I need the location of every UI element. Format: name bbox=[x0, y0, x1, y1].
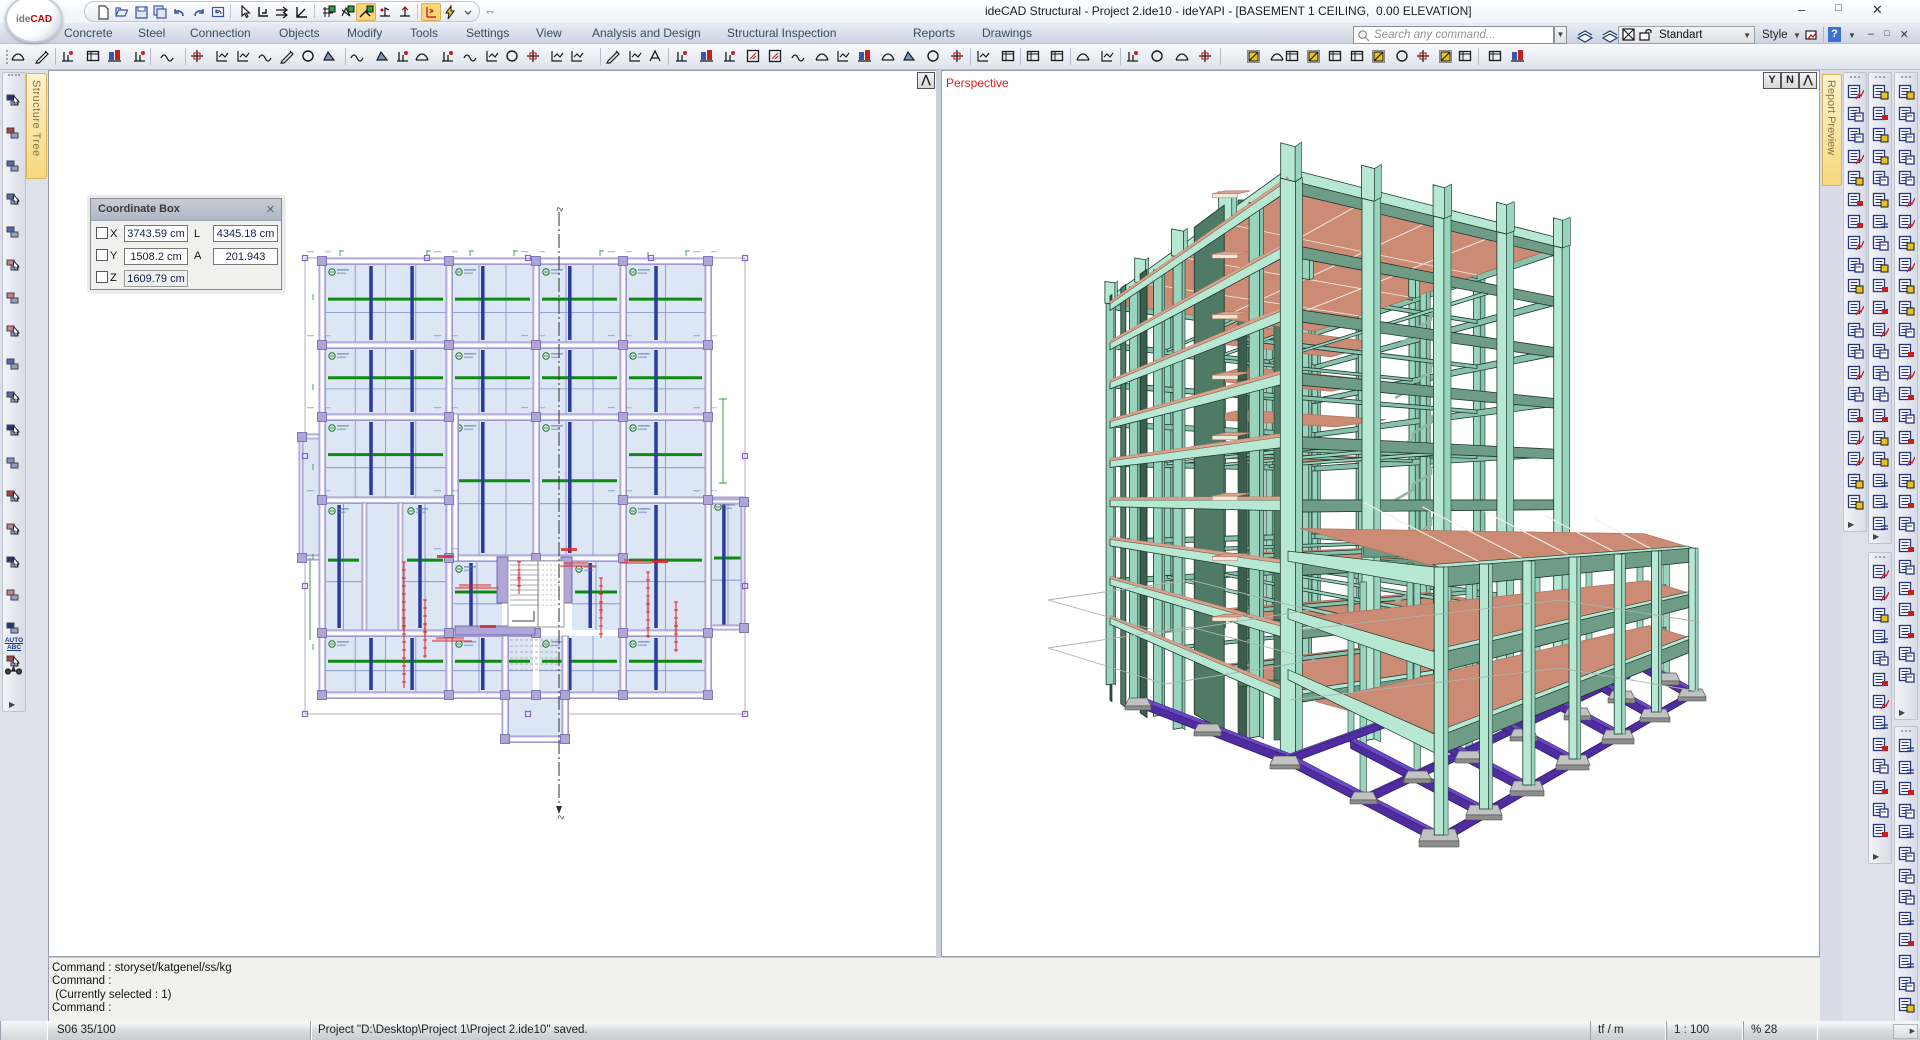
svg-text:2: 2 bbox=[555, 206, 565, 212]
svg-text:2: 2 bbox=[556, 814, 566, 820]
